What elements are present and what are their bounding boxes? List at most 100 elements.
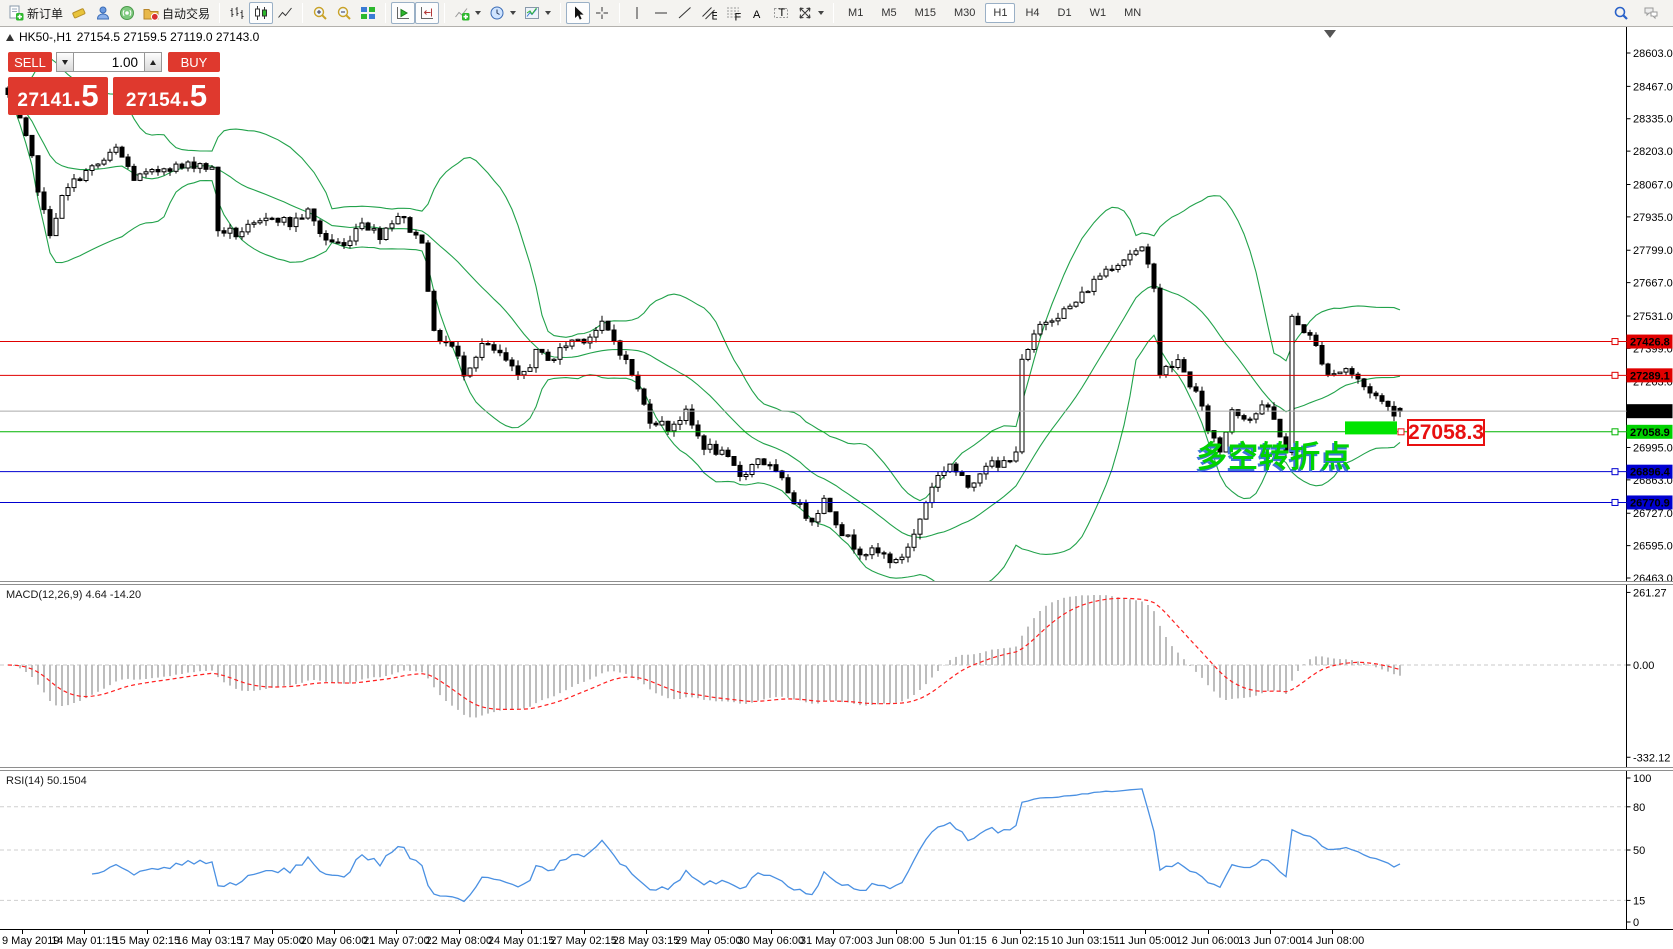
indicators-button[interactable] (450, 2, 485, 24)
tag-anchor-square[interactable] (1398, 429, 1404, 435)
price-tick-label: 27935.0 (1633, 212, 1673, 224)
candle-body (996, 461, 1000, 468)
tile-windows-button[interactable] (356, 2, 380, 24)
candle-body (138, 174, 142, 181)
bollinger-middle-band[interactable] (8, 95, 1400, 538)
toolbar-separator (560, 3, 561, 23)
candle-body (114, 147, 118, 152)
candle-body (1020, 359, 1024, 452)
autotrade-button[interactable]: 自动交易 (139, 2, 214, 24)
search-icon (1613, 5, 1629, 21)
signal-button[interactable] (115, 2, 139, 24)
timeframe-h4[interactable]: H4 (1017, 3, 1047, 23)
candle-body (738, 465, 742, 476)
candle-body (108, 152, 112, 160)
line-anchor-square[interactable] (1612, 429, 1618, 435)
candle-body (528, 368, 532, 372)
volume-increase-button[interactable] (144, 52, 162, 72)
hline-button[interactable] (649, 2, 673, 24)
candle-body (696, 425, 700, 436)
candle-body (84, 171, 88, 181)
candlestick-button[interactable] (249, 2, 273, 24)
fibonacci-button[interactable]: F (721, 2, 745, 24)
candle-body (1086, 291, 1090, 292)
candle-body (396, 217, 400, 224)
timeframe-h1[interactable]: H1 (985, 3, 1015, 23)
timeframe-d1[interactable]: D1 (1050, 3, 1080, 23)
line-chart-button[interactable] (273, 2, 297, 24)
text-button[interactable]: A (745, 2, 769, 24)
green-highlight-marker[interactable] (1345, 421, 1397, 434)
chat-button[interactable] (1639, 2, 1663, 24)
candle-body (1158, 288, 1162, 375)
panel-separator[interactable] (0, 767, 1673, 771)
panel-separator[interactable] (0, 581, 1673, 585)
arrows-button[interactable] (793, 2, 828, 24)
price-tick-label: 28203.0 (1633, 146, 1673, 158)
autoscroll-icon (395, 5, 411, 21)
new-order-button[interactable]: 新订单 (4, 2, 67, 24)
zoom-out-button[interactable] (332, 2, 356, 24)
time-label: 11 Jun 05:00 (1114, 935, 1177, 947)
eraser-icon (71, 5, 87, 21)
channel-button[interactable]: E (697, 2, 721, 24)
candle-body (672, 424, 676, 431)
volume-input[interactable]: 1.00 (74, 52, 144, 72)
candle-body (420, 235, 424, 243)
candle-body (192, 162, 196, 168)
trendline-button[interactable] (673, 2, 697, 24)
sell-button[interactable]: SELL (8, 52, 52, 72)
timeframe-m30[interactable]: M30 (946, 3, 983, 23)
timeframe-w1[interactable]: W1 (1082, 3, 1115, 23)
candle-body (366, 223, 370, 230)
candle-body (1194, 387, 1198, 391)
line-anchor-square[interactable] (1612, 339, 1618, 345)
chart-shift-button[interactable] (415, 2, 439, 24)
vline-button[interactable] (625, 2, 649, 24)
crosshair-button[interactable] (590, 2, 614, 24)
templates-button[interactable] (520, 2, 555, 24)
sell-price-box[interactable]: 27141.5 (8, 77, 108, 115)
candle-body (1314, 335, 1318, 345)
candle-body (828, 498, 832, 511)
timeframe-m1[interactable]: M1 (840, 3, 871, 23)
price-tag-label[interactable]: 27058.3 (1407, 419, 1485, 446)
profile-button[interactable] (91, 2, 115, 24)
candle-body (144, 172, 148, 174)
candle-body (492, 345, 496, 351)
volume-decrease-button[interactable] (56, 52, 74, 72)
timeframe-m15[interactable]: M15 (907, 3, 944, 23)
search-button[interactable] (1609, 2, 1633, 24)
cursor-button[interactable] (566, 2, 590, 24)
candle-body (900, 557, 904, 559)
macd-histogram (8, 595, 1400, 718)
symbol-marker-icon (6, 34, 14, 41)
rsi-panel-canvas[interactable]: 1008050150 (0, 771, 1673, 929)
autoscroll-button[interactable] (391, 2, 415, 24)
price-chart-canvas[interactable]: 28603.028467.028335.028203.028067.027935… (0, 27, 1673, 581)
line-anchor-square[interactable] (1612, 469, 1618, 475)
timeframe-m5[interactable]: M5 (873, 3, 904, 23)
time-label: 15 May 02:15 (113, 935, 180, 947)
zoom-in-button[interactable] (308, 2, 332, 24)
buy-button[interactable]: BUY (168, 52, 220, 72)
timeframe-mn[interactable]: MN (1116, 3, 1149, 23)
candle-body (1362, 379, 1366, 387)
triangle-up-icon (150, 60, 156, 65)
periods-button[interactable] (485, 2, 520, 24)
label-icon: T (773, 5, 789, 21)
label-button[interactable]: T (769, 2, 793, 24)
candle-body (1308, 333, 1312, 336)
bar-chart-button[interactable] (225, 2, 249, 24)
candle-body (1062, 309, 1066, 319)
candle-body (210, 167, 214, 169)
text-icon: A (749, 5, 765, 21)
line-anchor-square[interactable] (1612, 372, 1618, 378)
turning-point-annotation[interactable]: 多空转折点 (1197, 432, 1352, 476)
buy-price-box[interactable]: 27154.5 (113, 77, 220, 115)
chart-shift-marker-icon[interactable] (1324, 30, 1336, 38)
eraser-button[interactable] (67, 2, 91, 24)
macd-panel-canvas[interactable]: 261.270.00-332.12 (0, 585, 1673, 767)
line-anchor-square[interactable] (1612, 499, 1618, 505)
candle-body (918, 519, 922, 534)
